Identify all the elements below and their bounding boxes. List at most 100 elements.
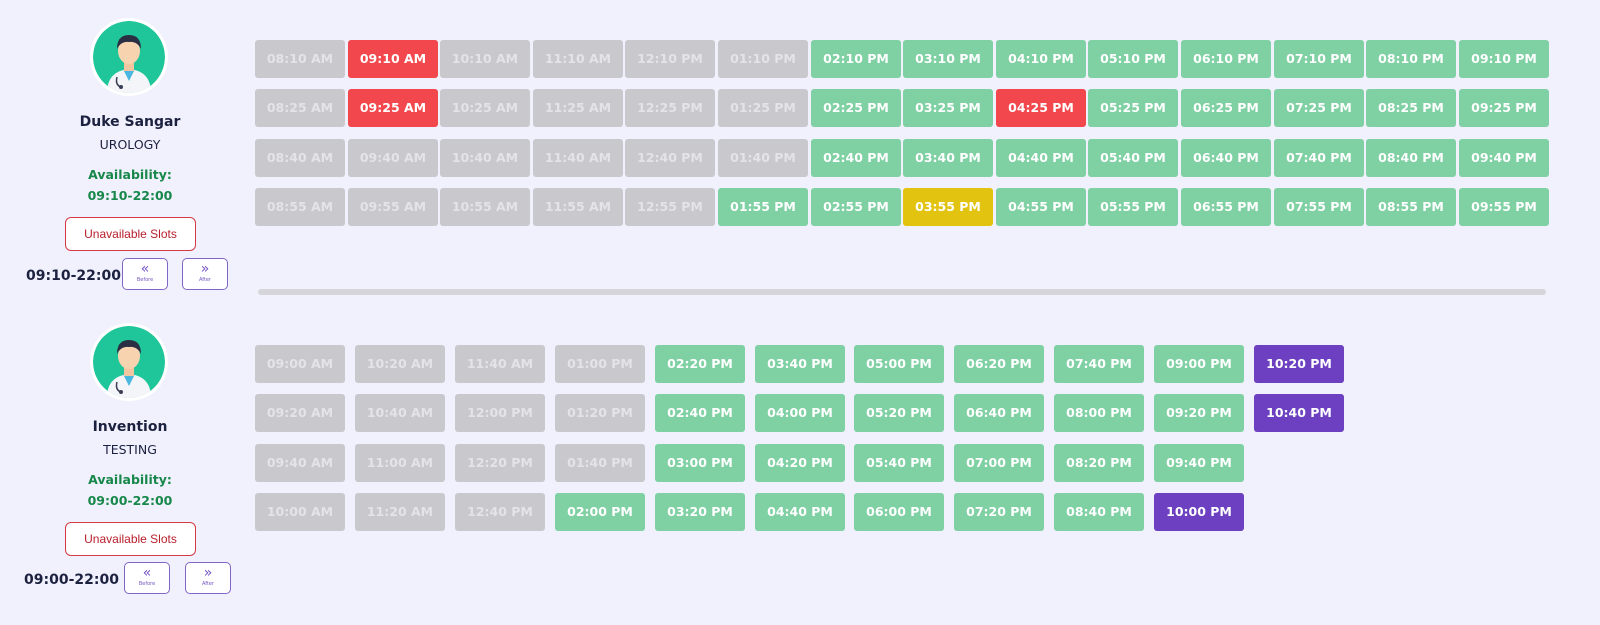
time-slot-past[interactable]: 01:40 PM [555, 444, 645, 482]
time-slot-open[interactable]: 07:40 PM [1054, 345, 1144, 383]
time-slot-past[interactable]: 10:10 AM [440, 40, 530, 78]
time-slot-open[interactable]: 02:10 PM [811, 40, 901, 78]
time-slot-past[interactable]: 09:55 AM [348, 188, 438, 226]
time-slot-past[interactable]: 08:10 AM [255, 40, 345, 78]
slots-horizontal-scrollbar[interactable] [258, 289, 1546, 295]
time-slot-open[interactable]: 07:10 PM [1274, 40, 1364, 78]
time-slot-open[interactable]: 09:20 PM [1154, 394, 1244, 432]
time-slot-past[interactable]: 08:40 AM [255, 139, 345, 177]
time-slot-past[interactable]: 09:40 AM [348, 139, 438, 177]
time-slot-open[interactable]: 09:10 PM [1459, 40, 1549, 78]
time-slot-past[interactable]: 12:55 PM [625, 188, 715, 226]
time-slot-open[interactable]: 03:00 PM [655, 444, 745, 482]
time-slot-open[interactable]: 01:55 PM [718, 188, 808, 226]
time-slot-past[interactable]: 12:25 PM [625, 89, 715, 127]
time-slot-open[interactable]: 02:40 PM [811, 139, 901, 177]
time-slot-past[interactable]: 01:20 PM [555, 394, 645, 432]
time-slot-open[interactable]: 04:40 PM [755, 493, 845, 531]
time-slot-open[interactable]: 06:40 PM [954, 394, 1044, 432]
time-slot-open[interactable]: 08:10 PM [1366, 40, 1456, 78]
time-slot-past[interactable]: 12:40 PM [625, 139, 715, 177]
time-slot-past[interactable]: 10:25 AM [440, 89, 530, 127]
after-button[interactable]: » After [185, 562, 231, 594]
time-slot-open[interactable]: 05:25 PM [1088, 89, 1178, 127]
time-slot-open[interactable]: 07:00 PM [954, 444, 1044, 482]
unavailable-slots-button[interactable]: Unavailable Slots [65, 217, 196, 251]
time-slot-past[interactable]: 10:55 AM [440, 188, 530, 226]
time-slot-open[interactable]: 09:25 PM [1459, 89, 1549, 127]
time-slot-past[interactable]: 11:55 AM [533, 188, 623, 226]
time-slot-past[interactable]: 10:40 AM [355, 394, 445, 432]
time-slot-open[interactable]: 07:55 PM [1274, 188, 1364, 226]
time-slot-past[interactable]: 01:10 PM [718, 40, 808, 78]
time-slot-special[interactable]: 10:00 PM [1154, 493, 1244, 531]
time-slot-past[interactable]: 12:00 PM [455, 394, 545, 432]
time-slot-open[interactable]: 05:40 PM [1088, 139, 1178, 177]
time-slot-past[interactable]: 08:55 AM [255, 188, 345, 226]
time-slot-past[interactable]: 01:25 PM [718, 89, 808, 127]
time-slot-open[interactable]: 07:25 PM [1274, 89, 1364, 127]
time-slot-open[interactable]: 04:20 PM [755, 444, 845, 482]
time-slot-open[interactable]: 05:10 PM [1088, 40, 1178, 78]
time-slot-open[interactable]: 06:20 PM [954, 345, 1044, 383]
time-slot-special[interactable]: 10:20 PM [1254, 345, 1344, 383]
time-slot-open[interactable]: 06:25 PM [1181, 89, 1271, 127]
time-slot-open[interactable]: 04:55 PM [996, 188, 1086, 226]
time-slot-booked[interactable]: 04:25 PM [996, 89, 1086, 127]
time-slot-past[interactable]: 01:00 PM [555, 345, 645, 383]
after-button[interactable]: » After [182, 258, 228, 290]
time-slot-open[interactable]: 06:40 PM [1181, 139, 1271, 177]
time-slot-past[interactable]: 11:40 AM [455, 345, 545, 383]
time-slot-open[interactable]: 04:00 PM [755, 394, 845, 432]
time-slot-open[interactable]: 09:40 PM [1154, 444, 1244, 482]
time-slot-open[interactable]: 02:55 PM [811, 188, 901, 226]
time-slot-past[interactable]: 09:20 AM [255, 394, 345, 432]
time-slot-past[interactable]: 11:00 AM [355, 444, 445, 482]
time-slot-past[interactable]: 12:20 PM [455, 444, 545, 482]
time-slot-open[interactable]: 03:40 PM [903, 139, 993, 177]
time-slot-past[interactable]: 11:20 AM [355, 493, 445, 531]
before-button[interactable]: « Before [124, 562, 170, 594]
time-slot-past[interactable]: 11:25 AM [533, 89, 623, 127]
unavailable-slots-button[interactable]: Unavailable Slots [65, 522, 196, 556]
time-slot-past[interactable]: 08:25 AM [255, 89, 345, 127]
time-slot-open[interactable]: 06:10 PM [1181, 40, 1271, 78]
time-slot-past[interactable]: 09:00 AM [255, 345, 345, 383]
before-button[interactable]: « Before [122, 258, 168, 290]
time-slot-booked[interactable]: 09:25 AM [348, 89, 438, 127]
time-slot-open[interactable]: 09:55 PM [1459, 188, 1549, 226]
time-slot-open[interactable]: 09:40 PM [1459, 139, 1549, 177]
time-slot-past[interactable]: 01:40 PM [718, 139, 808, 177]
time-slot-past[interactable]: 11:40 AM [533, 139, 623, 177]
time-slot-special[interactable]: 10:40 PM [1254, 394, 1344, 432]
time-slot-open[interactable]: 02:00 PM [555, 493, 645, 531]
time-slot-open[interactable]: 09:00 PM [1154, 345, 1244, 383]
time-slot-booked[interactable]: 09:10 AM [348, 40, 438, 78]
time-slot-open[interactable]: 02:40 PM [655, 394, 745, 432]
time-slot-open[interactable]: 06:55 PM [1181, 188, 1271, 226]
time-slot-open[interactable]: 05:20 PM [854, 394, 944, 432]
time-slot-open[interactable]: 06:00 PM [854, 493, 944, 531]
time-slot-open[interactable]: 03:20 PM [655, 493, 745, 531]
time-slot-open[interactable]: 05:55 PM [1088, 188, 1178, 226]
time-slot-open[interactable]: 08:55 PM [1366, 188, 1456, 226]
time-slot-past[interactable]: 11:10 AM [533, 40, 623, 78]
time-slot-open[interactable]: 02:20 PM [655, 345, 745, 383]
time-slot-pending[interactable]: 03:55 PM [903, 188, 993, 226]
time-slot-open[interactable]: 08:25 PM [1366, 89, 1456, 127]
time-slot-open[interactable]: 08:40 PM [1054, 493, 1144, 531]
time-slot-open[interactable]: 03:40 PM [755, 345, 845, 383]
time-slot-past[interactable]: 10:40 AM [440, 139, 530, 177]
time-slot-past[interactable]: 10:00 AM [255, 493, 345, 531]
time-slot-past[interactable]: 10:20 AM [355, 345, 445, 383]
time-slot-open[interactable]: 03:10 PM [903, 40, 993, 78]
time-slot-past[interactable]: 12:40 PM [455, 493, 545, 531]
time-slot-open[interactable]: 08:00 PM [1054, 394, 1144, 432]
time-slot-open[interactable]: 04:10 PM [996, 40, 1086, 78]
time-slot-open[interactable]: 05:00 PM [854, 345, 944, 383]
time-slot-open[interactable]: 02:25 PM [811, 89, 901, 127]
time-slot-past[interactable]: 12:10 PM [625, 40, 715, 78]
time-slot-open[interactable]: 08:20 PM [1054, 444, 1144, 482]
time-slot-open[interactable]: 08:40 PM [1366, 139, 1456, 177]
time-slot-open[interactable]: 04:40 PM [996, 139, 1086, 177]
